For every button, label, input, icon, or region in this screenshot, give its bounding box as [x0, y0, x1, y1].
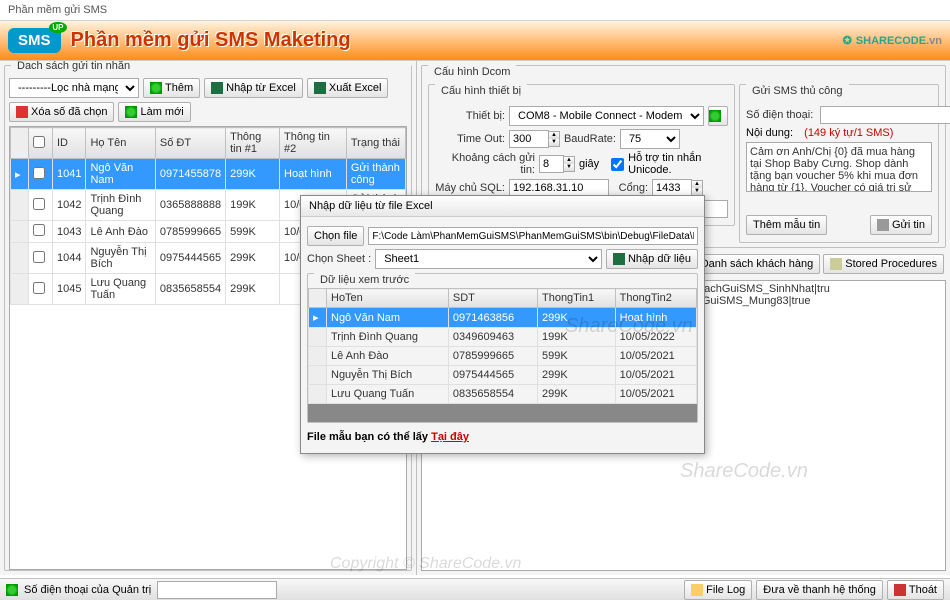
device-group-title: Cấu hình thiết bị	[435, 83, 527, 99]
port-label: Cổng:	[613, 182, 648, 194]
pcol-t1[interactable]: ThongTin1	[537, 289, 615, 308]
file-path-input[interactable]	[368, 227, 698, 245]
gap-spinner[interactable]: ▲▼	[564, 156, 575, 172]
sheet-label: Chọn Sheet :	[307, 253, 371, 265]
baud-label: BaudRate:	[564, 133, 616, 145]
cfg-group-title: Cấu hình Dcom	[428, 64, 516, 80]
add-button[interactable]: Thêm	[143, 78, 200, 98]
filelog-button[interactable]: File Log	[684, 580, 752, 600]
excel-icon	[211, 82, 223, 94]
admin-phone-input[interactable]	[157, 581, 277, 599]
sms-logo: SMS	[8, 28, 61, 53]
baud-combo[interactable]: 75	[620, 129, 680, 149]
banner-title: Phần mềm gửi SMS Maketing	[71, 29, 351, 52]
excel-icon	[314, 82, 326, 94]
col-status[interactable]: Trạng thái	[346, 128, 405, 159]
import-excel-button[interactable]: Nhập từ Excel	[204, 78, 303, 98]
exit-button[interactable]: Thoát	[887, 580, 944, 600]
row-checkbox[interactable]	[33, 224, 45, 236]
refresh-icon	[709, 110, 721, 122]
export-excel-button[interactable]: Xuất Excel	[307, 78, 389, 98]
minimize-tray-button[interactable]: Đưa về thanh hệ thống	[756, 580, 883, 600]
content-label: Nội dung:	[746, 127, 793, 139]
col-name[interactable]: Họ Tên	[86, 128, 155, 159]
table-row[interactable]: ▸Ngô Văn Nam0971463856299KHoạt hình	[309, 308, 697, 328]
pcol-phone[interactable]: SDT	[448, 289, 537, 308]
preview-grid[interactable]: HoTen SDT ThongTin1 ThongTin2 ▸Ngô Văn N…	[308, 288, 697, 404]
status-icon	[6, 584, 18, 596]
refresh-icon	[125, 106, 137, 118]
database-icon	[830, 258, 842, 270]
list-toolbar: ---------Lọc nhà mạng--------- Thêm Nhập…	[5, 74, 411, 126]
pcol-name[interactable]: HoTen	[327, 289, 449, 308]
unicode-label: Hỗ trợ tin nhắn Unicode.	[628, 152, 728, 176]
sample-link[interactable]: Tại đây	[431, 431, 469, 443]
unicode-checkbox[interactable]	[611, 158, 624, 171]
timeout-input[interactable]	[509, 130, 549, 148]
row-checkbox[interactable]	[33, 251, 45, 263]
excel-icon	[613, 253, 625, 265]
row-checkbox[interactable]	[33, 198, 45, 210]
add-icon	[150, 82, 162, 94]
exit-icon	[894, 584, 906, 596]
choose-file-button[interactable]: Chọn file	[307, 226, 364, 246]
send-sms-button[interactable]: Gửi tin	[870, 215, 932, 235]
sample-text: File mẫu bạn có thể lấy	[307, 431, 431, 443]
gap-input[interactable]	[539, 155, 564, 173]
phone-label: Số điện thoại:	[746, 109, 816, 121]
table-row[interactable]: Trịnh Đình Quang0349609463199K10/05/2022	[309, 328, 697, 347]
refresh-button[interactable]: Làm mới	[118, 102, 190, 122]
delete-icon	[16, 106, 28, 118]
device-label: Thiết bị:	[435, 110, 505, 122]
preview-group-title: Dữ liệu xem trước	[314, 272, 415, 288]
import-data-button[interactable]: Nhập dữ liệu	[606, 249, 698, 269]
timeout-label: Time Out:	[435, 133, 505, 145]
manual-group-title: Gửi SMS thủ công	[746, 83, 849, 99]
gap-label: Khoảng cách gửi tin:	[435, 152, 535, 176]
col-info1[interactable]: Thông tin #1	[226, 128, 280, 159]
dialog-title: Nhập dữ liệu từ file Excel	[301, 196, 704, 217]
sharecode-logo: ✪ SHARECODE.vn	[843, 34, 942, 47]
col-rowheader	[11, 128, 29, 159]
row-checkbox[interactable]	[33, 167, 45, 179]
banner: SMS Phần mềm gửi SMS Maketing ✪ SHARECOD…	[0, 21, 950, 61]
col-phone[interactable]: Số ĐT	[155, 128, 225, 159]
sql-label: Máy chủ SQL:	[435, 182, 505, 194]
admin-phone-label: Số điện thoại của Quản trị	[24, 584, 151, 596]
status-bar: Số điện thoại của Quản trị File Log Đưa …	[0, 578, 950, 600]
gap-unit: giây	[579, 158, 599, 170]
table-row[interactable]: ▸1041Ngô Văn Nam0971455878299KHoạt hìnhG…	[11, 159, 406, 190]
mail-icon	[877, 219, 889, 231]
filter-network-combo[interactable]: ---------Lọc nhà mạng---------	[9, 78, 139, 98]
delete-selected-button[interactable]: Xóa số đã chọn	[9, 102, 114, 122]
pcol-t2[interactable]: ThongTin2	[615, 289, 696, 308]
import-excel-dialog: Nhập dữ liệu từ file Excel Chọn file Chọ…	[300, 195, 705, 454]
port-spinner[interactable]: ▲▼	[692, 180, 703, 196]
phone-input[interactable]	[820, 106, 950, 124]
col-id[interactable]: ID	[53, 128, 86, 159]
table-row[interactable]: Nguyễn Thị Bích0975444565299K10/05/2021	[309, 366, 697, 385]
row-checkbox[interactable]	[33, 282, 45, 294]
col-check[interactable]	[29, 128, 53, 159]
device-combo[interactable]: COM8 - Mobile Connect - Modem	[509, 106, 704, 126]
content-textarea[interactable]: Cảm ơn Anh/Chị {0} đã mua hàng tại Shop …	[746, 142, 932, 192]
file-icon	[691, 584, 703, 596]
char-count: (149 ký tự/1 SMS)	[804, 127, 893, 139]
col-info2[interactable]: Thông tin #2	[280, 128, 347, 159]
window-titlebar: Phần mềm gửi SMS	[0, 0, 950, 21]
sheet-combo[interactable]: Sheet1	[375, 249, 602, 269]
window-title: Phần mềm gửi SMS	[8, 4, 107, 16]
table-row[interactable]: Lưu Quang Tuấn0835658554299K10/05/2021	[309, 385, 697, 404]
table-row[interactable]: Lê Anh Đào0785999665599K10/05/2021	[309, 347, 697, 366]
add-template-button[interactable]: Thêm mẫu tin	[746, 215, 827, 235]
stored-procs-button[interactable]: Stored Procedures	[823, 254, 944, 274]
device-refresh-button[interactable]	[708, 106, 728, 126]
timeout-spinner[interactable]: ▲▼	[549, 131, 560, 147]
